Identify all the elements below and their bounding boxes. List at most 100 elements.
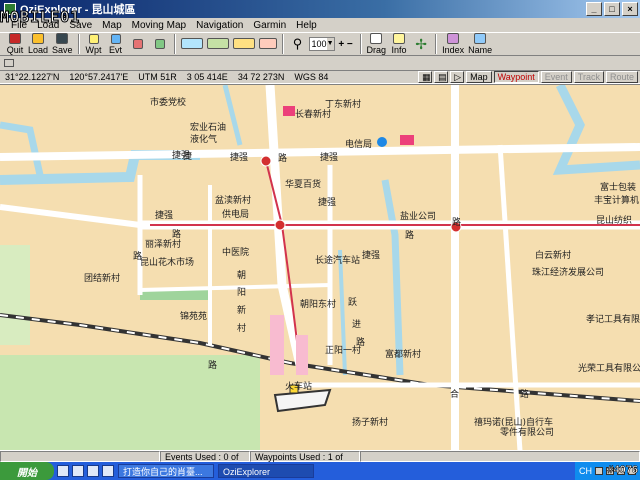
longitude-readout: 120°57.2417'E [69,72,129,82]
waypoint-button[interactable]: Wpt [83,33,105,55]
toolbar-separator [77,34,80,54]
drag-button[interactable]: Drag [365,33,389,55]
quit-icon [9,33,21,44]
waypoints-used: Waypoints Used : 1 of 500 [250,451,360,472]
map-label: 扬子新村 [352,418,389,428]
menu-moving-map[interactable]: Moving Map [127,20,191,31]
map-label: 路 [133,252,143,262]
name-button[interactable]: Name [466,33,494,55]
moving-map-button[interactable] [179,33,205,55]
drag-label: Drag [366,45,387,55]
map-label: 路 [278,154,288,164]
canal [338,249,347,376]
map-canvas[interactable]: 市委党校 宏业石油 液化气 捷强 捷强 捷强 电信局 捷强 捷强 华夏百货 盆渎新村 供电局 盐业公司丽… [0,84,640,450]
taskbar-task-active[interactable]: OziExplorer [218,464,314,478]
position-statusbar: 31°22.1227'N 120°57.2417'E UTM 51R 3 05 … [0,70,640,84]
load-label: Load [28,45,49,55]
window-title: OziExplorer - 昆山城區 [20,4,136,16]
map-label: 昆山纺织 [596,216,633,226]
zoom-in-out-buttons[interactable]: + − [335,33,357,55]
route-icon [154,38,165,49]
poi-marker [283,106,295,116]
river [552,85,640,175]
zoom-level-select[interactable]: 100 ▼ [308,37,335,51]
magnify-icon: ⚲ [292,36,303,51]
map-label: 白云新村 [535,251,572,261]
map-label: 捷强 [318,198,337,208]
poi-marker [260,155,272,167]
find-button[interactable] [257,33,279,55]
menu-navigation[interactable]: Navigation [191,20,248,31]
map-label: 供电局 [222,210,250,220]
load-button[interactable]: Load [26,33,50,55]
menu-map[interactable]: Map [97,20,126,31]
main-toolbar: Quit Load Save Wpt Evt ⚲ 100 ▼ + − Drag I… [0,32,640,56]
map-label: 零件有限公司 [500,428,555,438]
tray-icon[interactable] [595,467,603,475]
river [381,179,404,376]
info-button[interactable]: Info [388,33,410,55]
map-label: 光荣工具有限公司 [578,364,640,374]
sub-toolbar [0,56,640,70]
route-button[interactable] [149,33,171,55]
quicklaunch-icon[interactable] [72,465,84,477]
quicklaunch-icon[interactable] [87,465,99,477]
status-cell-blank [360,451,640,462]
magnify-button[interactable]: ⚲ [287,33,309,55]
info-label: Info [391,45,407,55]
zoom-tool-button[interactable] [231,33,257,55]
map-label: 捷强 [230,153,249,163]
tab-map[interactable]: Map [466,71,492,83]
toolbar-separator [359,34,362,54]
track-button[interactable] [127,33,149,55]
event-button[interactable]: Evt [105,33,127,55]
map-label: 路 [356,338,366,348]
menu-load[interactable]: Load [32,20,64,31]
menu-file[interactable]: File [6,20,32,31]
input-language-indicator[interactable]: CH [579,466,592,476]
printer-icon[interactable] [4,59,14,67]
save-label: Save [52,45,73,55]
waypoint-icon [88,33,99,44]
tab-event[interactable]: Event [540,71,572,83]
menu-help[interactable]: Help [291,20,322,31]
quicklaunch-icon[interactable] [57,465,69,477]
map-label: 锦苑苑 [180,312,208,322]
tab-route[interactable]: Route [605,71,638,83]
poi-marker [377,137,387,147]
status-cell-blank [0,451,160,462]
map-label: 路 [520,390,530,400]
start-button[interactable]: 開始 [0,462,54,480]
maximize-button[interactable]: □ [604,2,620,16]
map-picture-icon[interactable]: ▦ [418,71,433,83]
minimize-button[interactable]: _ [586,2,602,16]
map-label: 捷 [183,152,193,162]
event-label: Evt [109,44,123,55]
map-label: 市委党校 [150,98,187,108]
quit-button[interactable]: Quit [4,33,26,55]
names-button[interactable] [205,33,231,55]
tab-waypoint[interactable]: Waypoint [493,71,539,83]
map-label: 村 [237,324,247,334]
taskbar-task[interactable]: 打造你自己的肖臺... [118,464,214,478]
menu-garmin[interactable]: Garmin [248,20,291,31]
menu-save[interactable]: Save [64,20,97,31]
map-label: 盐业公司 [400,212,437,222]
plus-minus-icon: + − [338,38,353,50]
save-map-icon[interactable]: ▤ [434,71,449,83]
quicklaunch-icon[interactable] [102,465,114,477]
track-icon [132,38,143,49]
map-label: 丰宝计算机 [594,196,640,206]
toolbar-separator [435,34,438,54]
map-label: 盆渎新村 [215,196,252,206]
options-icon[interactable]: ▷ [450,71,465,83]
river [0,121,44,176]
close-button[interactable]: × [622,2,638,16]
tab-track[interactable]: Track [573,71,604,83]
zoom-icon [232,38,255,49]
pan-button[interactable]: ✢ [410,33,432,55]
map-label: 捷强 [362,251,381,261]
northing-readout: 34 72 273N [237,72,285,82]
save-button[interactable]: Save [50,33,75,55]
index-button[interactable]: Index [440,33,466,55]
